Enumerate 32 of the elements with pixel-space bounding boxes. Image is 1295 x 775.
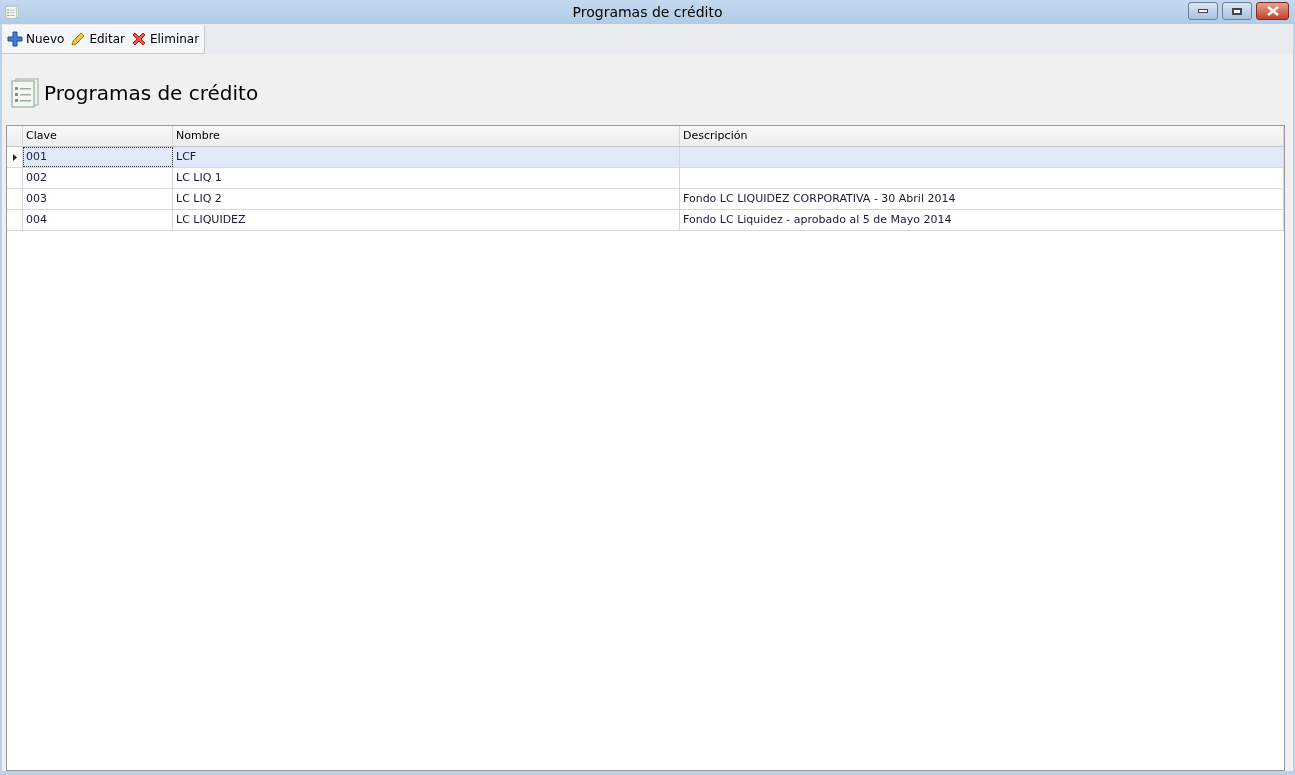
table-cell-text: 001	[25, 148, 47, 165]
column-header[interactable]: Descripción	[680, 126, 1284, 146]
column-header[interactable]: Nombre	[173, 126, 680, 146]
toolbar-button[interactable]: Eliminar	[130, 29, 200, 48]
minimize-button[interactable]	[1188, 2, 1218, 20]
page-heading: Programas de crédito	[44, 79, 259, 107]
column-header[interactable]: Clave	[23, 126, 173, 146]
table-row[interactable]: 004 LC LIQUIDEZ Fondo LC Liquidez - aprobado al 5 de Mayo 2014	[7, 210, 1284, 231]
maximize-button[interactable]	[1222, 2, 1252, 20]
table-row[interactable]: 002 LC LIQ 1	[7, 168, 1284, 189]
list-icon	[10, 77, 40, 108]
close-icon	[130, 30, 147, 47]
table-cell-text: 003	[25, 190, 47, 207]
row-pointer-icon	[12, 153, 17, 161]
close-button[interactable]	[1256, 2, 1289, 20]
toolbar-button[interactable]: Editar	[70, 29, 125, 48]
close-icon	[1266, 6, 1279, 16]
table-row[interactable]: 003 LC LIQ 2 Fondo LC LIQUIDEZ CORPORATIVA - 30 Abril 2014	[7, 189, 1284, 210]
table-cell-text: 002	[25, 169, 47, 186]
table-cell-text: LC LIQUIDEZ	[175, 211, 246, 228]
plus-icon	[7, 30, 23, 47]
window-title: Programas de crédito	[572, 2, 723, 22]
list-icon	[5, 5, 19, 19]
pencil-icon	[70, 30, 87, 47]
toolbar-button[interactable]: Nuevo	[7, 29, 65, 48]
table-cell-text: LC LIQ 2	[175, 190, 222, 207]
table-cell-text: LC LIQ 1	[175, 169, 222, 186]
table-row[interactable]: 001 LCF	[7, 147, 1284, 168]
table-cell-text: Fondo LC LIQUIDEZ CORPORATIVA - 30 Abril 2014	[682, 190, 956, 207]
table-cell-text: Fondo LC Liquidez - aprobado al 5 de Mayo 2014	[682, 211, 952, 228]
table-cell-text: LCF	[175, 148, 197, 165]
table-cell-text: 004	[25, 211, 47, 228]
